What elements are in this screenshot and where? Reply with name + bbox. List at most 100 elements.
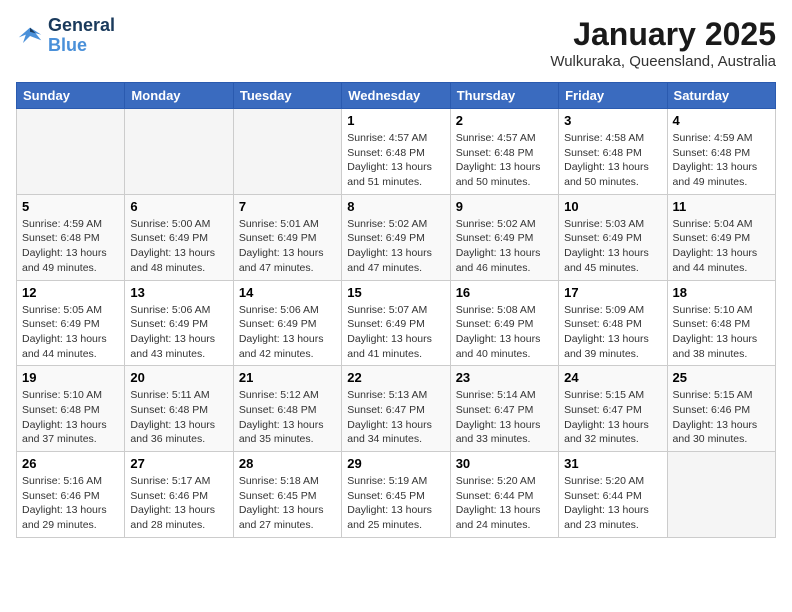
day-cell: 6 Sunrise: 5:00 AM Sunset: 6:49 PM Daylig… xyxy=(125,194,233,280)
day-info: Sunrise: 5:11 AM Sunset: 6:48 PM Dayligh… xyxy=(130,388,227,447)
day-header-thursday: Thursday xyxy=(450,83,558,109)
day-info: Sunrise: 5:09 AM Sunset: 6:48 PM Dayligh… xyxy=(564,303,661,362)
day-number: 4 xyxy=(673,113,770,128)
location: Wulkuraka, Queensland, Australia xyxy=(550,53,776,70)
day-info: Sunrise: 5:03 AM Sunset: 6:49 PM Dayligh… xyxy=(564,217,661,276)
day-cell: 24Sunrise: 5:15 AM Sunset: 6:47 PM Dayli… xyxy=(559,366,667,452)
calendar: SundayMondayTuesdayWednesdayThursdayFrid… xyxy=(16,82,776,538)
day-number: 13 xyxy=(130,285,227,300)
day-number: 9 xyxy=(456,199,553,214)
day-cell: 16 Sunrise: 5:08 AM Sunset: 6:49 PM Dayli… xyxy=(450,280,558,366)
day-cell: 20 Sunrise: 5:11 AM Sunset: 6:48 PM Dayli… xyxy=(125,366,233,452)
day-number: 21 xyxy=(239,370,336,385)
day-number: 1 xyxy=(347,113,444,128)
day-info: Sunrise: 5:19 AM Sunset: 6:45 PM Dayligh… xyxy=(347,474,444,533)
day-cell: 13 Sunrise: 5:06 AM Sunset: 6:49 PM Dayli… xyxy=(125,280,233,366)
day-cell xyxy=(125,109,233,195)
day-header-saturday: Saturday xyxy=(667,83,775,109)
day-cell: 23 Sunrise: 5:14 AM Sunset: 6:47 PM Dayli… xyxy=(450,366,558,452)
day-cell: 29Sunrise: 5:19 AM Sunset: 6:45 PM Dayli… xyxy=(342,452,450,538)
day-number: 20 xyxy=(130,370,227,385)
day-cell: 7 Sunrise: 5:01 AM Sunset: 6:49 PM Daylig… xyxy=(233,194,341,280)
day-cell: 19Sunrise: 5:10 AM Sunset: 6:48 PM Dayli… xyxy=(17,366,125,452)
day-info: Sunrise: 4:57 AM Sunset: 6:48 PM Dayligh… xyxy=(347,131,444,190)
day-info: Sunrise: 5:17 AM Sunset: 6:46 PM Dayligh… xyxy=(130,474,227,533)
day-number: 18 xyxy=(673,285,770,300)
calendar-header-row: SundayMondayTuesdayWednesdayThursdayFrid… xyxy=(17,83,776,109)
day-header-tuesday: Tuesday xyxy=(233,83,341,109)
week-row-3: 12Sunrise: 5:05 AM Sunset: 6:49 PM Dayli… xyxy=(17,280,776,366)
day-cell xyxy=(17,109,125,195)
day-number: 6 xyxy=(130,199,227,214)
day-number: 5 xyxy=(22,199,119,214)
day-cell: 30 Sunrise: 5:20 AM Sunset: 6:44 PM Dayli… xyxy=(450,452,558,538)
day-header-wednesday: Wednesday xyxy=(342,83,450,109)
day-cell: 25Sunrise: 5:15 AM Sunset: 6:46 PM Dayli… xyxy=(667,366,775,452)
day-info: Sunrise: 5:18 AM Sunset: 6:45 PM Dayligh… xyxy=(239,474,336,533)
day-number: 12 xyxy=(22,285,119,300)
day-header-friday: Friday xyxy=(559,83,667,109)
day-cell: 8 Sunrise: 5:02 AM Sunset: 6:49 PM Daylig… xyxy=(342,194,450,280)
day-cell: 1 Sunrise: 4:57 AM Sunset: 6:48 PM Daylig… xyxy=(342,109,450,195)
day-info: Sunrise: 4:59 AM Sunset: 6:48 PM Dayligh… xyxy=(673,131,770,190)
day-cell: 9 Sunrise: 5:02 AM Sunset: 6:49 PM Daylig… xyxy=(450,194,558,280)
day-number: 17 xyxy=(564,285,661,300)
day-cell: 15 Sunrise: 5:07 AM Sunset: 6:49 PM Dayli… xyxy=(342,280,450,366)
logo: General Blue xyxy=(16,16,115,56)
day-header-monday: Monday xyxy=(125,83,233,109)
day-number: 11 xyxy=(673,199,770,214)
day-number: 16 xyxy=(456,285,553,300)
day-info: Sunrise: 5:04 AM Sunset: 6:49 PM Dayligh… xyxy=(673,217,770,276)
day-number: 28 xyxy=(239,456,336,471)
day-info: Sunrise: 5:14 AM Sunset: 6:47 PM Dayligh… xyxy=(456,388,553,447)
week-row-4: 19Sunrise: 5:10 AM Sunset: 6:48 PM Dayli… xyxy=(17,366,776,452)
day-info: Sunrise: 5:20 AM Sunset: 6:44 PM Dayligh… xyxy=(456,474,553,533)
week-row-1: 1 Sunrise: 4:57 AM Sunset: 6:48 PM Daylig… xyxy=(17,109,776,195)
day-cell: 28 Sunrise: 5:18 AM Sunset: 6:45 PM Dayli… xyxy=(233,452,341,538)
day-info: Sunrise: 5:01 AM Sunset: 6:49 PM Dayligh… xyxy=(239,217,336,276)
day-cell: 3 Sunrise: 4:58 AM Sunset: 6:48 PM Daylig… xyxy=(559,109,667,195)
day-cell: 5 Sunrise: 4:59 AM Sunset: 6:48 PM Daylig… xyxy=(17,194,125,280)
day-cell: 11 Sunrise: 5:04 AM Sunset: 6:49 PM Dayli… xyxy=(667,194,775,280)
day-info: Sunrise: 4:59 AM Sunset: 6:48 PM Dayligh… xyxy=(22,217,119,276)
day-number: 23 xyxy=(456,370,553,385)
day-info: Sunrise: 5:08 AM Sunset: 6:49 PM Dayligh… xyxy=(456,303,553,362)
day-cell xyxy=(667,452,775,538)
day-number: 3 xyxy=(564,113,661,128)
day-number: 8 xyxy=(347,199,444,214)
day-info: Sunrise: 5:20 AM Sunset: 6:44 PM Dayligh… xyxy=(564,474,661,533)
month-title: January 2025 xyxy=(550,16,776,53)
day-number: 7 xyxy=(239,199,336,214)
day-info: Sunrise: 5:10 AM Sunset: 6:48 PM Dayligh… xyxy=(673,303,770,362)
day-header-sunday: Sunday xyxy=(17,83,125,109)
page-header: General Blue January 2025 Wulkuraka, Que… xyxy=(16,16,776,70)
day-cell: 31Sunrise: 5:20 AM Sunset: 6:44 PM Dayli… xyxy=(559,452,667,538)
day-number: 15 xyxy=(347,285,444,300)
day-number: 22 xyxy=(347,370,444,385)
day-info: Sunrise: 5:15 AM Sunset: 6:46 PM Dayligh… xyxy=(673,388,770,447)
day-cell: 21 Sunrise: 5:12 AM Sunset: 6:48 PM Dayli… xyxy=(233,366,341,452)
day-number: 30 xyxy=(456,456,553,471)
day-cell: 27 Sunrise: 5:17 AM Sunset: 6:46 PM Dayli… xyxy=(125,452,233,538)
day-cell: 14Sunrise: 5:06 AM Sunset: 6:49 PM Dayli… xyxy=(233,280,341,366)
day-cell: 22Sunrise: 5:13 AM Sunset: 6:47 PM Dayli… xyxy=(342,366,450,452)
day-cell xyxy=(233,109,341,195)
title-block: January 2025 Wulkuraka, Queensland, Aust… xyxy=(550,16,776,70)
day-info: Sunrise: 4:57 AM Sunset: 6:48 PM Dayligh… xyxy=(456,131,553,190)
day-cell: 17 Sunrise: 5:09 AM Sunset: 6:48 PM Dayli… xyxy=(559,280,667,366)
day-info: Sunrise: 5:06 AM Sunset: 6:49 PM Dayligh… xyxy=(130,303,227,362)
day-info: Sunrise: 5:00 AM Sunset: 6:49 PM Dayligh… xyxy=(130,217,227,276)
day-info: Sunrise: 4:58 AM Sunset: 6:48 PM Dayligh… xyxy=(564,131,661,190)
logo-text: General Blue xyxy=(48,16,115,56)
day-cell: 4 Sunrise: 4:59 AM Sunset: 6:48 PM Daylig… xyxy=(667,109,775,195)
day-info: Sunrise: 5:02 AM Sunset: 6:49 PM Dayligh… xyxy=(347,217,444,276)
day-cell: 18 Sunrise: 5:10 AM Sunset: 6:48 PM Dayli… xyxy=(667,280,775,366)
day-info: Sunrise: 5:02 AM Sunset: 6:49 PM Dayligh… xyxy=(456,217,553,276)
day-info: Sunrise: 5:12 AM Sunset: 6:48 PM Dayligh… xyxy=(239,388,336,447)
day-cell: 12Sunrise: 5:05 AM Sunset: 6:49 PM Dayli… xyxy=(17,280,125,366)
week-row-5: 26Sunrise: 5:16 AM Sunset: 6:46 PM Dayli… xyxy=(17,452,776,538)
week-row-2: 5 Sunrise: 4:59 AM Sunset: 6:48 PM Daylig… xyxy=(17,194,776,280)
day-info: Sunrise: 5:07 AM Sunset: 6:49 PM Dayligh… xyxy=(347,303,444,362)
day-info: Sunrise: 5:16 AM Sunset: 6:46 PM Dayligh… xyxy=(22,474,119,533)
day-number: 27 xyxy=(130,456,227,471)
